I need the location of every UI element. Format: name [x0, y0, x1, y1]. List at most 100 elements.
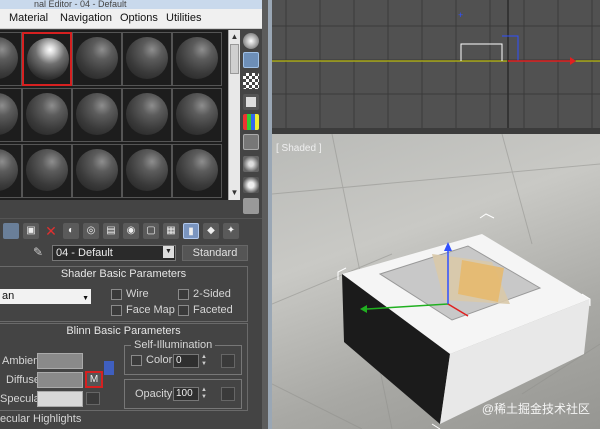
- reset-map-icon[interactable]: ✕: [43, 223, 59, 239]
- grid-lines: [272, 0, 600, 128]
- make-unique-icon[interactable]: ◎: [83, 223, 99, 239]
- menu-bar: Material Navigation Options Utilities: [0, 9, 262, 29]
- self-illum-spinner[interactable]: 0: [173, 354, 199, 368]
- video-color-check-icon[interactable]: [243, 114, 259, 130]
- menu-options[interactable]: Options: [120, 12, 158, 24]
- opacity-spinner[interactable]: 100: [173, 387, 199, 401]
- self-illum-map-button[interactable]: [221, 354, 235, 368]
- opacity-spinner-arrows-icon[interactable]: ▲ ▼: [200, 387, 208, 401]
- self-illum-color-checkbox[interactable]: [131, 355, 142, 366]
- material-slot[interactable]: [22, 144, 72, 198]
- material-slot[interactable]: [172, 144, 222, 198]
- sample-slots-scrollbar[interactable]: ▲ ▼: [228, 30, 240, 200]
- material-name-row: ✎ 04 - Default ▼ Standard: [0, 243, 262, 263]
- material-sphere-icon: [26, 93, 68, 135]
- material-slot[interactable]: [122, 144, 172, 198]
- material-sphere-icon: [126, 37, 168, 79]
- options-icon[interactable]: [243, 156, 259, 172]
- material-sphere-icon: [26, 149, 68, 191]
- box-top-view[interactable]: [460, 43, 503, 61]
- menu-utilities[interactable]: Utilities: [166, 12, 201, 24]
- material-sphere-icon: [0, 93, 18, 135]
- two-sided-label: 2-Sided: [193, 288, 231, 300]
- menu-material[interactable]: Material: [9, 12, 48, 24]
- material-slot[interactable]: [22, 88, 72, 142]
- top-viewport-grid: +: [272, 0, 600, 128]
- show-end-result-icon[interactable]: ▦: [163, 223, 179, 239]
- wire-label: Wire: [126, 288, 149, 300]
- shader-basic-title[interactable]: Shader Basic Parameters: [0, 267, 247, 281]
- material-name-dropdown-icon[interactable]: ▼: [163, 246, 174, 258]
- material-navigator-icon[interactable]: [243, 198, 259, 214]
- get-material-icon[interactable]: [3, 223, 19, 239]
- material-slot[interactable]: [0, 144, 22, 198]
- select-by-material-icon[interactable]: [243, 177, 259, 193]
- go-forward-sibling-icon[interactable]: ◆: [203, 223, 219, 239]
- material-slot[interactable]: [172, 88, 222, 142]
- shader-type-select[interactable]: an ▼: [0, 289, 91, 304]
- lock-icon[interactable]: [104, 361, 114, 375]
- eyedropper-icon[interactable]: ✎: [33, 245, 47, 259]
- viewport-shading-label[interactable]: [ Shaded ]: [276, 143, 322, 154]
- self-illumination-label: Self-Illumination: [131, 339, 216, 351]
- material-sphere-icon: [176, 37, 218, 79]
- material-slot[interactable]: [72, 88, 122, 142]
- perspective-viewport[interactable]: [ Shaded ] @稀土掘金技术社区: [272, 134, 600, 429]
- sample-type-icon[interactable]: [243, 33, 259, 49]
- material-type-button[interactable]: Standard: [182, 245, 248, 261]
- gizmo-x-arrow-icon: [570, 57, 576, 65]
- material-id-channel-icon[interactable]: ◉: [123, 223, 139, 239]
- faceted-checkbox[interactable]: [178, 305, 189, 316]
- two-sided-checkbox[interactable]: [178, 289, 189, 300]
- face-map-label: Face Map: [126, 304, 175, 316]
- scroll-down-arrow-icon[interactable]: ▼: [229, 187, 240, 198]
- faceted-label: Faceted: [193, 304, 233, 316]
- material-editor-panel: nal Editor - 04 - Default Material Navig…: [0, 0, 262, 429]
- material-sphere-icon: [0, 37, 18, 79]
- scroll-thumb[interactable]: [230, 44, 239, 74]
- menu-navigation[interactable]: Navigation: [60, 12, 112, 24]
- background-checker-icon[interactable]: [243, 73, 259, 89]
- go-to-parent-icon[interactable]: ▮: [183, 223, 199, 239]
- blinn-basic-parameters-rollout: Blinn Basic Parameters Ambient: Diffuse:…: [0, 323, 248, 411]
- material-slot[interactable]: [122, 88, 172, 142]
- sample-uv-tiling-icon[interactable]: [243, 94, 259, 110]
- sample-side-toolbar: [240, 30, 262, 215]
- material-slot[interactable]: [122, 32, 172, 86]
- put-to-library-icon[interactable]: ▤: [103, 223, 119, 239]
- show-shaded-material-icon[interactable]: ▢: [143, 223, 159, 239]
- material-sphere-icon: [176, 149, 218, 191]
- face-map-checkbox[interactable]: [111, 305, 122, 316]
- scroll-up-arrow-icon[interactable]: ▲: [229, 31, 240, 42]
- material-slot[interactable]: [72, 144, 122, 198]
- watermark-text: @稀土掘金技术社区: [481, 402, 590, 416]
- material-slot[interactable]: [22, 32, 72, 86]
- blinn-basic-title[interactable]: Blinn Basic Parameters: [0, 324, 247, 338]
- material-slot[interactable]: [0, 32, 22, 86]
- put-to-scene-icon[interactable]: ▣: [23, 223, 39, 239]
- opacity-map-button[interactable]: [221, 387, 235, 401]
- self-illum-spinner-arrows-icon[interactable]: ▲ ▼: [200, 354, 208, 368]
- specular-highlights-rollout[interactable]: ecular Highlights: [0, 413, 262, 429]
- material-sphere-icon: [27, 38, 69, 80]
- specular-color-swatch[interactable]: [37, 391, 83, 407]
- backlight-icon[interactable]: [243, 52, 259, 68]
- diffuse-map-button[interactable]: M: [85, 371, 103, 388]
- make-preview-icon[interactable]: [243, 134, 259, 150]
- diffuse-color-swatch[interactable]: [37, 372, 83, 388]
- material-slot[interactable]: [0, 88, 22, 142]
- shader-dropdown-icon[interactable]: ▼: [82, 292, 89, 306]
- gizmo-blue-icon: [502, 35, 519, 61]
- material-name-field[interactable]: 04 - Default: [52, 245, 176, 261]
- ambient-color-swatch[interactable]: [37, 353, 83, 369]
- opacity-group: Opacity: 100 ▲ ▼: [124, 379, 242, 409]
- material-slot[interactable]: [172, 32, 222, 86]
- material-slot[interactable]: [72, 32, 122, 86]
- pick-material-icon[interactable]: ✦: [223, 223, 239, 239]
- material-sphere-icon: [76, 37, 118, 79]
- make-copy-icon[interactable]: ◐: [63, 223, 79, 239]
- top-viewport[interactable]: +: [272, 0, 600, 128]
- wire-checkbox[interactable]: [111, 289, 122, 300]
- specular-map-button[interactable]: [86, 392, 100, 405]
- material-sphere-icon: [176, 93, 218, 135]
